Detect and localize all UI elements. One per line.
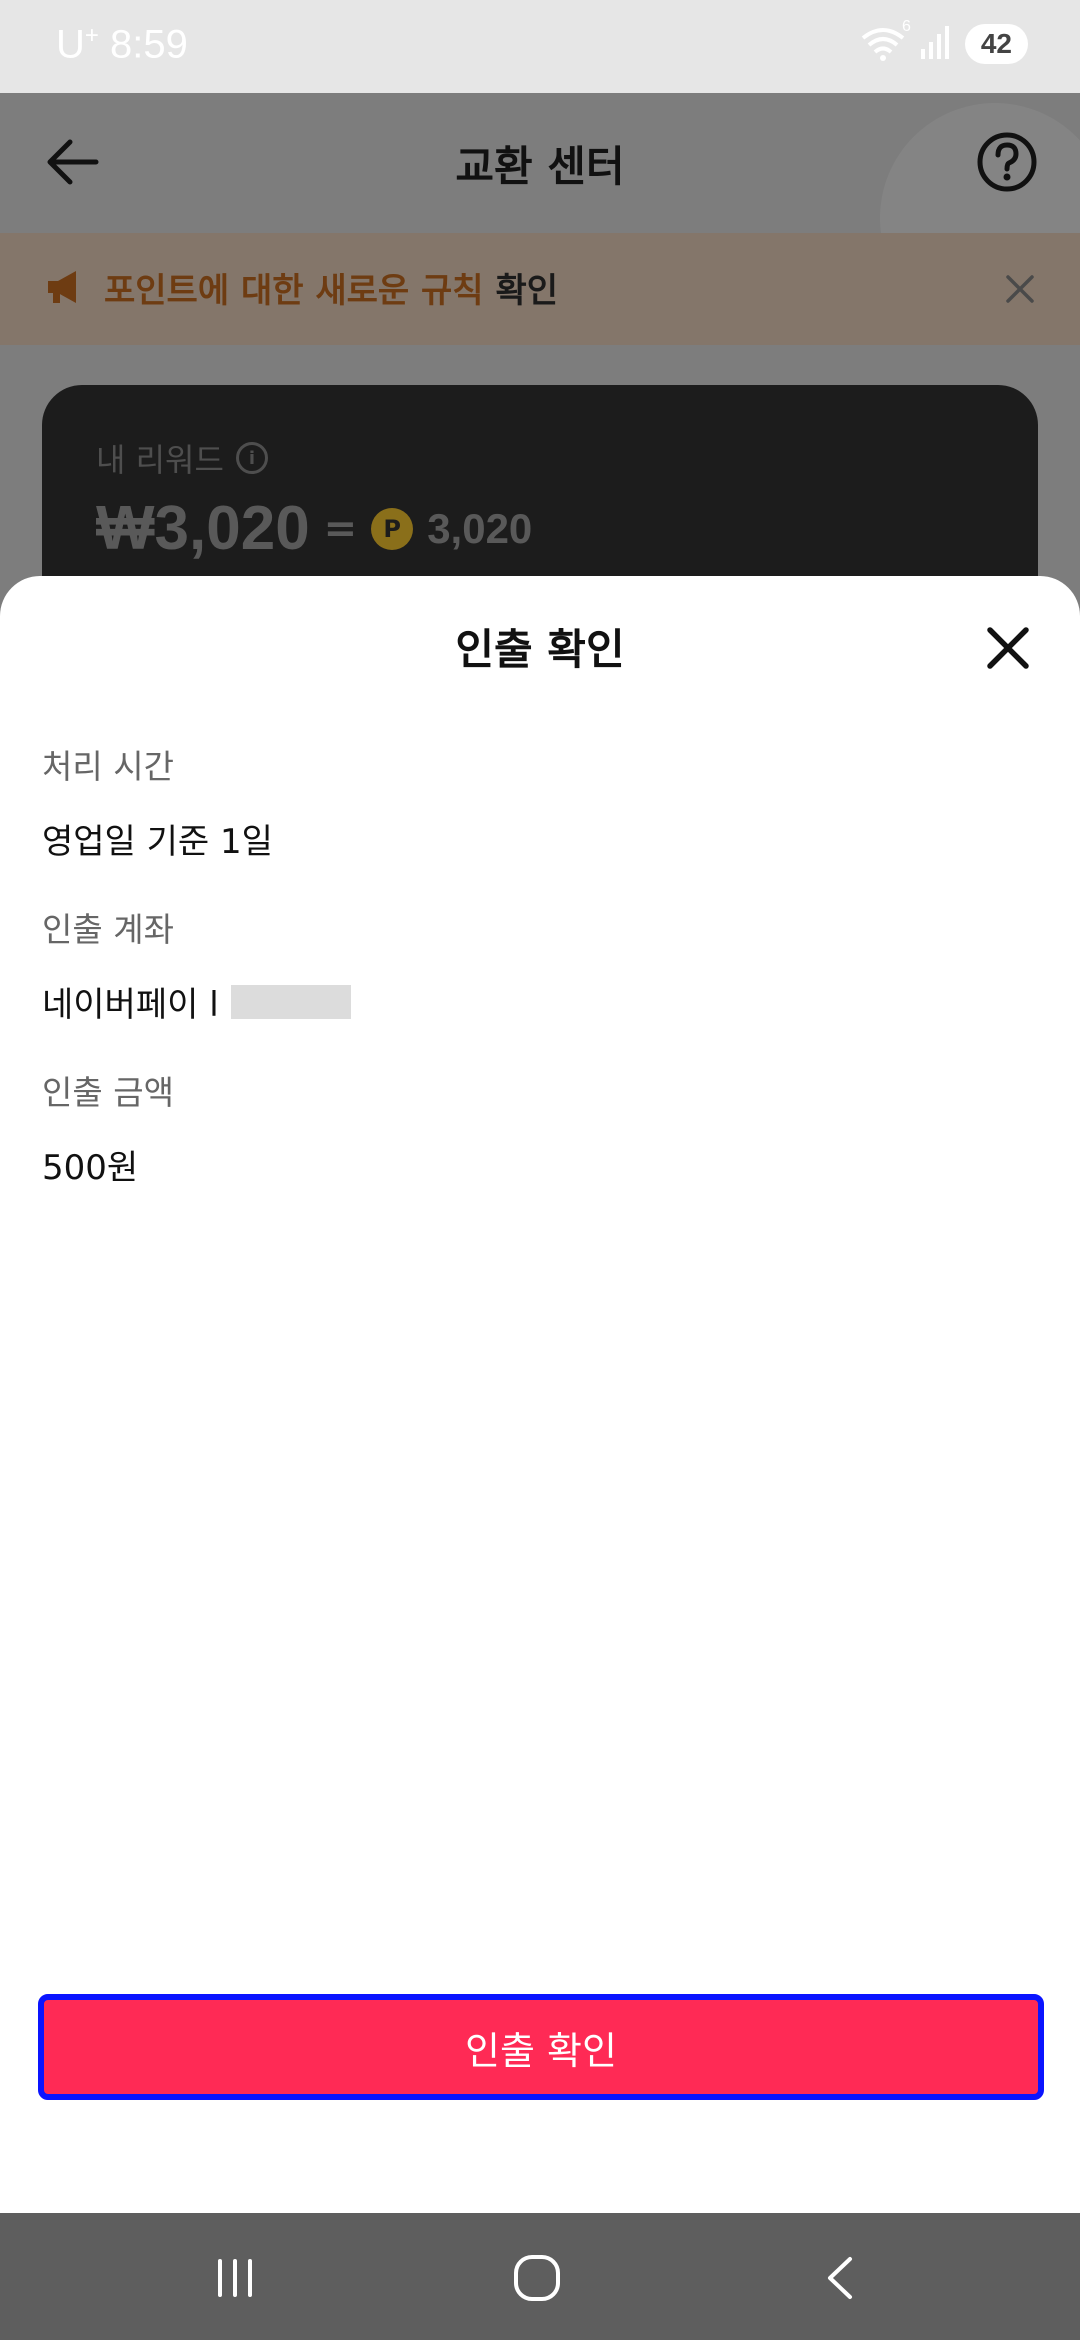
notice-link: 확인 <box>495 271 558 311</box>
notice-text: 포인트에 대한 새로운 규칙 확인 <box>104 263 558 312</box>
reward-amount: ₩3,020 <box>96 494 310 563</box>
close-icon <box>1000 269 1040 309</box>
reward-points: 3,020 <box>427 504 533 552</box>
background-page-title: 교환 센터 <box>455 142 625 191</box>
background-header: 교환 센터 <box>0 93 1080 233</box>
point-coin-icon: P <box>371 507 414 550</box>
reward-label: 내 리워드 <box>96 441 224 479</box>
confirm-withdraw-button[interactable]: 인출 확인 <box>38 1994 1044 2100</box>
system-nav-bar <box>0 2213 1080 2340</box>
wifi-icon: 6 <box>861 18 911 62</box>
status-icons: 6 42 <box>861 18 1028 64</box>
notice-message: 포인트에 대한 새로운 규칙 <box>104 271 484 311</box>
recents-icon[interactable] <box>200 2243 270 2313</box>
carrier-label: U <box>56 22 85 67</box>
megaphone-icon <box>44 267 84 307</box>
carrier-plus: + <box>84 22 99 49</box>
reward-amount-row: ₩3,020 = P 3,020 <box>96 493 532 564</box>
home-icon[interactable] <box>502 2243 572 2313</box>
signal-icon <box>919 25 951 63</box>
amount-value: 500원 <box>42 1148 139 1188</box>
field-label: 인출 금액 <box>42 1073 174 1112</box>
question-circle-icon <box>974 129 1040 195</box>
info-icon: i <box>235 442 268 474</box>
processing-time-field: 처리 시간 영업일 기준 1일 <box>42 740 273 863</box>
processing-time-value: 영업일 기준 1일 <box>42 822 273 862</box>
battery-indicator: 42 <box>964 24 1028 64</box>
status-time: U+ 8:59 <box>56 22 188 67</box>
equals-sign: = <box>323 505 358 552</box>
close-icon[interactable] <box>980 620 1036 676</box>
field-value: 영업일 기준 1일 <box>42 814 273 863</box>
account-value: 네이버페이 l <box>42 985 219 1025</box>
reward-label-row: 내 리워드 i <box>96 435 268 481</box>
withdraw-amount-field: 인출 금액 500원 <box>42 1066 174 1189</box>
field-value: 500원 <box>42 1140 174 1189</box>
field-value: 네이버페이 l <box>42 977 351 1026</box>
masked-account-number <box>230 984 351 1019</box>
sheet-title: 인출 확인 <box>455 625 625 674</box>
withdraw-account-field: 인출 계좌 네이버페이 l <box>42 903 351 1026</box>
withdraw-confirm-sheet: 인출 확인 처리 시간 영업일 기준 1일 인출 계좌 네이버페이 l 인출 금… <box>0 576 1080 2213</box>
clock: 8:59 <box>110 22 188 67</box>
field-label: 처리 시간 <box>42 747 174 786</box>
wifi-label: 6 <box>901 18 911 35</box>
chevron-left-icon[interactable] <box>806 2243 876 2313</box>
status-bar: U+ 8:59 6 42 <box>0 0 1080 93</box>
notice-banner: 포인트에 대한 새로운 규칙 확인 <box>0 233 1080 345</box>
field-label: 인출 계좌 <box>42 910 174 949</box>
